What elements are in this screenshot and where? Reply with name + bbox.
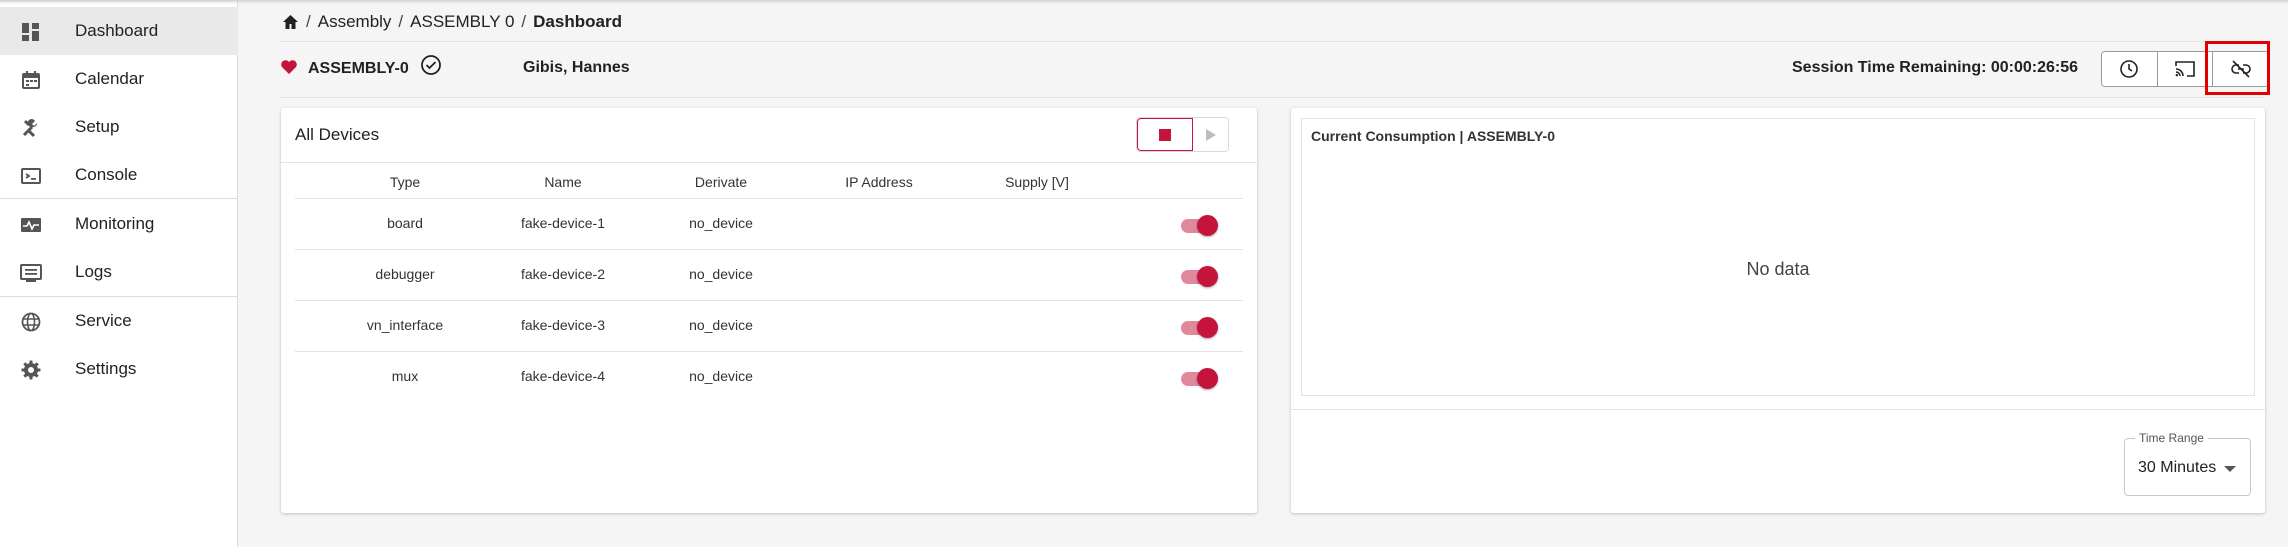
header-button-group xyxy=(2101,51,2269,87)
cell-derivate: no_device xyxy=(689,317,753,333)
check-circle-icon xyxy=(420,54,442,76)
assembly-name: ASSEMBLY-0 xyxy=(308,60,409,77)
breadcrumb-current: Dashboard xyxy=(533,12,622,31)
row-divider xyxy=(295,300,1243,301)
cell-type: board xyxy=(387,215,423,231)
devices-card: All Devices Type Name Derivate IP Addres… xyxy=(281,108,1257,513)
sidebar: Dashboard Calendar Setup Console Monitor… xyxy=(0,0,238,547)
row-divider xyxy=(295,198,1243,199)
monitoring-icon xyxy=(20,214,42,236)
sidebar-item-label: Calendar xyxy=(75,69,144,88)
sidebar-item-label: Service xyxy=(75,311,132,330)
sidebar-item-dashboard[interactable]: Dashboard xyxy=(0,7,238,55)
globe-icon xyxy=(20,311,42,333)
device-toggle[interactable] xyxy=(1179,315,1219,339)
consumption-chart: Current Consumption | ASSEMBLY-0 No data xyxy=(1301,118,2255,396)
sidebar-item-settings[interactable]: Settings xyxy=(0,345,238,393)
sidebar-item-label: Monitoring xyxy=(75,214,155,233)
devices-title: All Devices xyxy=(295,125,380,144)
history-icon xyxy=(2119,59,2139,79)
sidebar-item-label: Settings xyxy=(75,359,137,378)
sidebar-item-calendar[interactable]: Calendar xyxy=(0,55,238,103)
cast-icon xyxy=(2174,59,2196,79)
stop-button[interactable] xyxy=(1137,118,1193,151)
time-range-value: 30 Minutes xyxy=(2138,459,2217,476)
sidebar-divider xyxy=(0,198,238,199)
console-icon xyxy=(20,165,42,187)
column-header-supply[interactable]: Supply [V] xyxy=(987,174,1087,190)
device-control-group xyxy=(1136,117,1229,152)
cell-type: debugger xyxy=(375,266,435,282)
sidebar-item-label: Dashboard xyxy=(75,21,159,40)
column-header-name[interactable]: Name xyxy=(513,174,613,190)
sidebar-item-monitoring[interactable]: Monitoring xyxy=(0,200,238,248)
column-header-derivate[interactable]: Derivate xyxy=(671,174,771,190)
sidebar-item-label: Setup xyxy=(75,117,120,136)
cell-derivate: no_device xyxy=(689,215,753,231)
cell-type: mux xyxy=(391,368,419,384)
no-data-message: No data xyxy=(1746,259,1810,279)
sidebar-item-label: Logs xyxy=(75,262,112,281)
chart-title: Current Consumption | ASSEMBLY-0 xyxy=(1311,128,1556,144)
toggle-thumb xyxy=(1197,266,1218,287)
breadcrumb: / Assembly / ASSEMBLY 0 / Dashboard xyxy=(282,11,622,33)
breadcrumb-assembly[interactable]: Assembly xyxy=(318,12,392,32)
time-range-label: Time Range xyxy=(2135,431,2208,445)
sidebar-item-logs[interactable]: Logs xyxy=(0,248,238,296)
logs-icon xyxy=(20,262,42,284)
header-divider xyxy=(280,41,2265,42)
sidebar-item-console[interactable]: Console xyxy=(0,151,238,199)
play-icon xyxy=(1205,128,1217,142)
stop-icon xyxy=(1159,128,1171,141)
column-header-type[interactable]: Type xyxy=(355,174,455,190)
device-toggle[interactable] xyxy=(1179,366,1219,390)
consumption-card: Current Consumption | ASSEMBLY-0 No data… xyxy=(1291,108,2265,513)
device-toggle[interactable] xyxy=(1179,264,1219,288)
user-name: Gibis, Hannes xyxy=(523,59,630,76)
gear-icon xyxy=(20,359,42,381)
disconnect-button[interactable] xyxy=(2213,52,2268,86)
cell-type: vn_interface xyxy=(366,317,444,333)
sidebar-item-setup[interactable]: Setup xyxy=(0,103,238,151)
breadcrumb-assembly-0[interactable]: ASSEMBLY 0 xyxy=(410,12,514,32)
cell-name: fake-device-3 xyxy=(520,317,606,333)
cell-name: fake-device-4 xyxy=(520,368,606,384)
header-divider xyxy=(280,97,2265,98)
row-divider xyxy=(295,249,1243,250)
device-toggle[interactable] xyxy=(1179,213,1219,237)
play-button[interactable] xyxy=(1193,118,1228,151)
link-off-icon xyxy=(2230,59,2252,79)
toggle-thumb xyxy=(1197,368,1218,389)
row-divider xyxy=(295,351,1243,352)
column-header-ip-address[interactable]: IP Address xyxy=(829,174,929,190)
cell-derivate: no_device xyxy=(689,266,753,282)
history-button[interactable] xyxy=(2102,52,2158,86)
toggle-thumb xyxy=(1197,215,1218,236)
calendar-icon xyxy=(20,69,42,91)
session-time-remaining: Session Time Remaining: 00:00:26:56 xyxy=(1792,59,2079,76)
cell-name: fake-device-2 xyxy=(520,266,606,282)
cell-derivate: no_device xyxy=(689,368,753,384)
cell-name: fake-device-1 xyxy=(520,215,606,231)
card-divider xyxy=(1291,409,2265,410)
sidebar-item-service[interactable]: Service xyxy=(0,297,238,345)
caret-down-icon xyxy=(2224,466,2236,472)
time-range-select[interactable]: Time Range 30 Minutes xyxy=(2124,431,2251,496)
tools-icon xyxy=(20,117,42,139)
sidebar-item-label: Console xyxy=(75,165,138,184)
top-shadow xyxy=(0,0,2288,4)
toggle-thumb xyxy=(1197,317,1218,338)
cast-button[interactable] xyxy=(2157,52,2214,86)
home-icon[interactable] xyxy=(282,14,299,30)
breadcrumb-separator: / xyxy=(306,12,311,31)
table-divider xyxy=(281,162,1257,163)
breadcrumb-separator: / xyxy=(398,12,404,31)
breadcrumb-separator: / xyxy=(521,12,527,31)
dashboard-icon xyxy=(20,21,42,43)
heart-icon[interactable] xyxy=(280,58,298,76)
